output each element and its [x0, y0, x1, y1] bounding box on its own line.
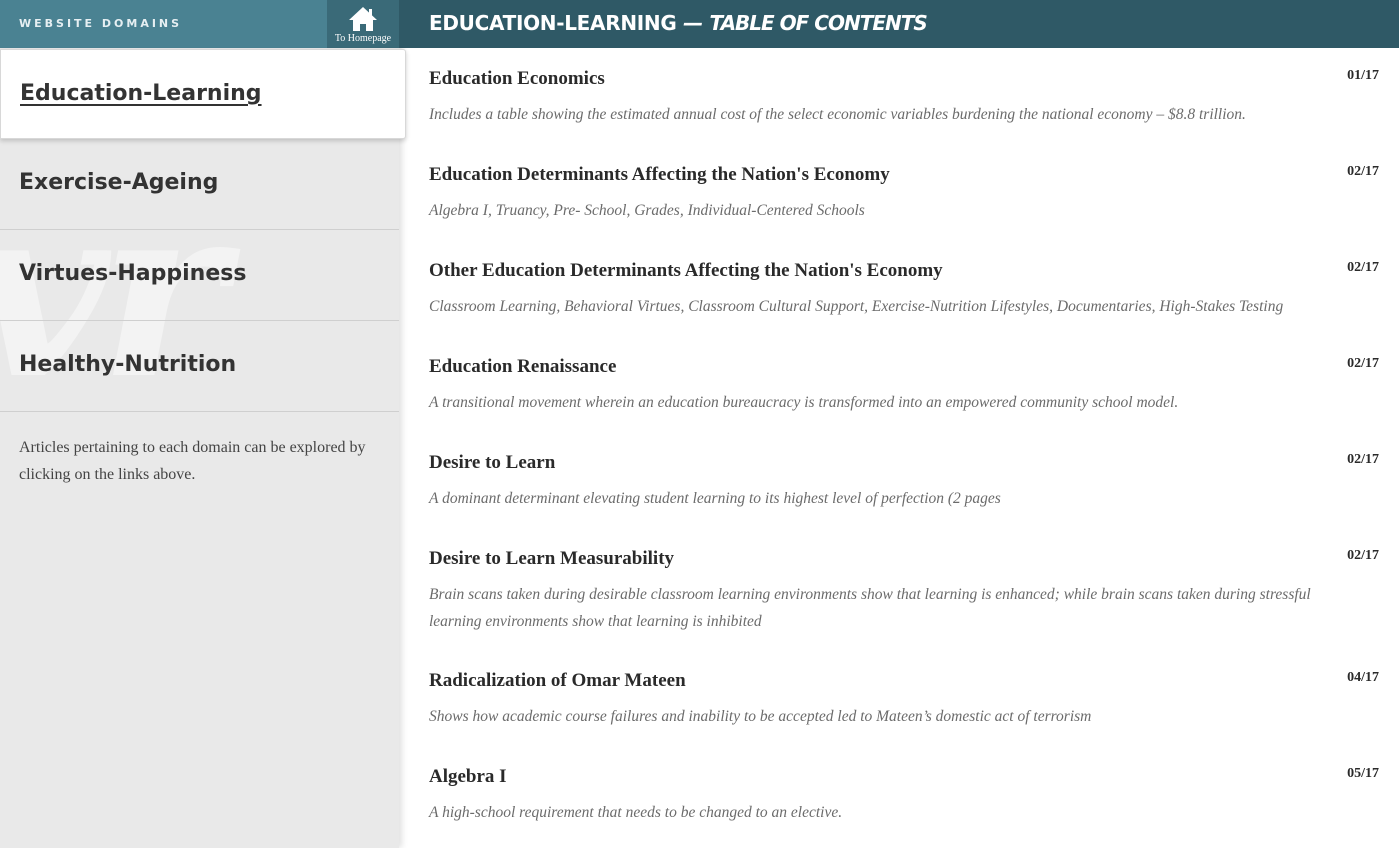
toc-entry: Other Education Determinants Affecting t…	[429, 260, 1379, 320]
toc-entry-description: A transitional movement wherein an educa…	[429, 394, 1179, 411]
toc-entry-description: Includes a table showing the estimated a…	[429, 106, 1246, 123]
toc-entry-date: 02/17	[1347, 260, 1379, 275]
toc-entry: Education Determinants Affecting the Nat…	[429, 164, 1379, 224]
toc-entry-description: Classroom Learning, Behavioral Virtues, …	[429, 298, 1284, 315]
sidebar-header-label: WEBSITE DOMAINS	[19, 17, 183, 30]
toc-entry-title-link[interactable]: Education Renaissance	[429, 356, 616, 378]
toc-entry: Desire to Learn Measurability 02/17 Brai…	[429, 548, 1379, 635]
homepage-button[interactable]: To Homepage	[327, 0, 399, 48]
toc-entry-title-link[interactable]: Other Education Determinants Affecting t…	[429, 260, 943, 282]
domain-link-healthy-nutrition[interactable]: Healthy-Nutrition	[0, 321, 399, 412]
domain-link-label: Healthy-Nutrition	[19, 352, 237, 377]
toc-entry-description: A dominant determinant elevating student…	[429, 490, 1001, 507]
sidebar-header: WEBSITE DOMAINS To Homepage	[0, 0, 399, 48]
domain-link-label: Virtues-Happiness	[19, 261, 247, 286]
toc-entry-date: 02/17	[1347, 548, 1379, 563]
toc-entry-description: Algebra I, Truancy, Pre- School, Grades,…	[429, 202, 865, 219]
page-title-dash: —	[676, 11, 710, 35]
toc-entry-title-link[interactable]: Desire to Learn Measurability	[429, 548, 674, 570]
domain-link-education-learning[interactable]: Education-Learning	[0, 49, 406, 139]
toc-entry: Education Renaissance 02/17 A transition…	[429, 356, 1379, 416]
toc-entry-title-link[interactable]: Education Determinants Affecting the Nat…	[429, 164, 890, 186]
toc-entry-title-link[interactable]: Education Economics	[429, 68, 605, 90]
toc-entry-description: Brain scans taken during desirable class…	[429, 586, 1311, 630]
toc-entry-description: Shows how academic course failures and i…	[429, 708, 1092, 725]
page-title: EDUCATION-LEARNING — TABLE OF CONTENTS	[429, 11, 928, 35]
homepage-button-label: To Homepage	[334, 33, 392, 44]
page-title-domain: EDUCATION-LEARNING	[429, 11, 677, 35]
toc-entry-date: 04/17	[1347, 670, 1379, 685]
sidebar-note: Articles pertaining to each domain can b…	[19, 439, 366, 483]
toc-entry: Desire to Learn 02/17 A dominant determi…	[429, 452, 1379, 512]
toc-entry: Education Economics 01/17 Includes a tab…	[429, 68, 1379, 128]
toc-entry-date: 05/17	[1347, 766, 1379, 781]
toc-entry-date: 02/17	[1347, 356, 1379, 371]
home-icon	[349, 7, 377, 31]
page-title-subtitle: TABLE OF CONTENTS	[709, 11, 927, 35]
toc-entry-date: 02/17	[1347, 452, 1379, 467]
toc-entry-title-link[interactable]: Desire to Learn	[429, 452, 555, 474]
toc-entry-title-link[interactable]: Algebra I	[429, 766, 507, 788]
domain-link-exercise-ageing[interactable]: Exercise-Ageing	[0, 139, 399, 230]
toc-entry-date: 02/17	[1347, 164, 1379, 179]
domain-link-label: Exercise-Ageing	[19, 170, 219, 195]
toc-entry: Radicalization of Omar Mateen 04/17 Show…	[429, 670, 1379, 730]
toc-entry: Algebra I 05/17 A high-school requiremen…	[429, 766, 1379, 826]
toc-entry-title-link[interactable]: Radicalization of Omar Mateen	[429, 670, 686, 692]
toc-entry-date: 01/17	[1347, 68, 1379, 83]
page-header: EDUCATION-LEARNING — TABLE OF CONTENTS	[399, 0, 1399, 48]
toc-entry-description: A high-school requirement that needs to …	[429, 804, 843, 821]
domain-link-virtues-happiness[interactable]: Virtues-Happiness	[0, 230, 399, 321]
domain-link-label: Education-Learning	[20, 81, 262, 106]
